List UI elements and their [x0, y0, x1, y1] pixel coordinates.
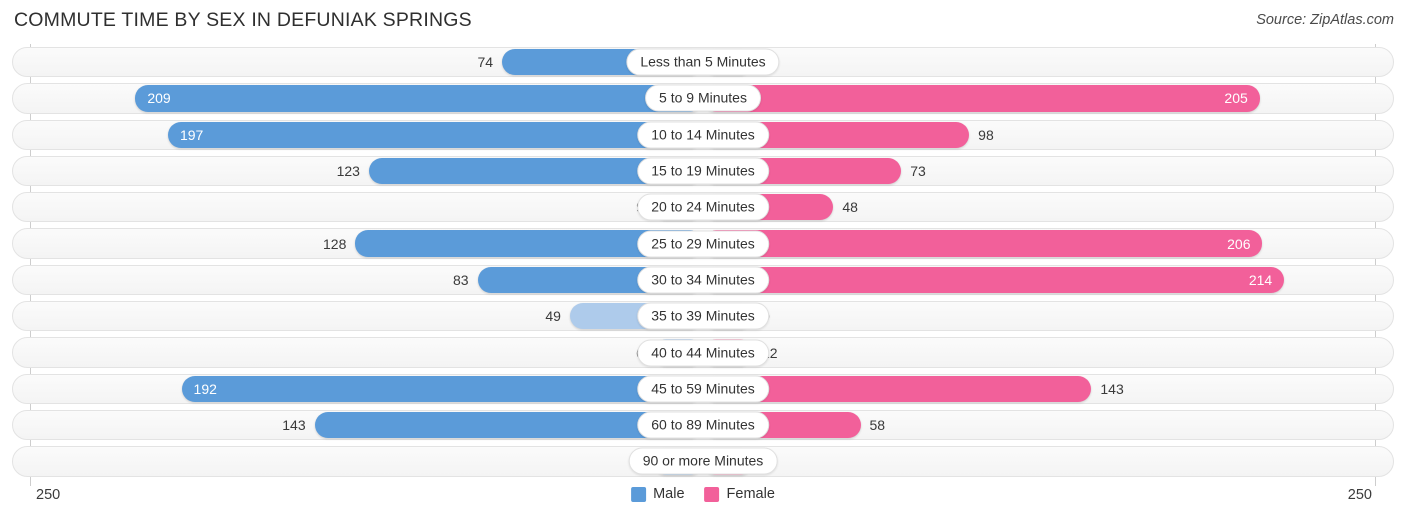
legend-swatch-male-icon: [631, 486, 647, 502]
axis-tick-right: 250: [1347, 487, 1372, 503]
page-title: COMMUTE TIME BY SEX IN DEFUNIAK SPRINGS: [14, 9, 472, 31]
category-label: 35 to 39 Minutes: [637, 302, 769, 330]
female-half: 98: [703, 121, 1394, 148]
male-value-label: 209: [147, 90, 171, 107]
female-value-label: 48: [842, 199, 858, 216]
category-label: 15 to 19 Minutes: [637, 157, 769, 185]
table-row[interactable]: 74 11Less than 5 Minutes: [12, 44, 1394, 80]
plot-area: 74 11Less than 5 Minutes 209 205 5 to 9 Minu…: [0, 44, 1406, 486]
male-value-label: 83: [453, 271, 469, 288]
female-half: 143: [703, 375, 1394, 402]
male-half: 9: [12, 194, 703, 221]
category-label: 20 to 24 Minutes: [637, 193, 769, 221]
female-value-label: 143: [1100, 380, 1124, 397]
female-half: 0: [703, 303, 1394, 330]
female-half: 214: [703, 266, 1394, 294]
male-half: 74: [12, 49, 703, 76]
legend-item-male[interactable]: Male: [631, 486, 685, 502]
male-bar[interactable]: 192: [181, 375, 703, 402]
female-bar[interactable]: 214: [703, 266, 1285, 294]
legend-swatch-female-icon: [704, 486, 720, 502]
female-bar[interactable]: 205: [703, 85, 1260, 112]
female-value-label: 58: [869, 417, 886, 434]
table-row[interactable]: 9 48 20 to 24 Minutes: [12, 189, 1394, 225]
male-value-label: 197: [179, 126, 204, 143]
female-value-label: 98: [978, 126, 994, 143]
male-half: 83: [12, 266, 703, 294]
male-bar[interactable]: 209: [135, 85, 703, 112]
category-label: 25 to 29 Minutes: [637, 230, 769, 258]
male-half: 128: [12, 230, 703, 257]
female-value-label: 206: [1227, 235, 1251, 252]
male-half: 143: [12, 411, 703, 439]
female-value-label: 205: [1224, 90, 1248, 107]
female-half: 205: [703, 85, 1394, 112]
female-half: 0: [703, 448, 1394, 475]
male-value-label: 143: [282, 417, 306, 434]
category-label: 5 to 9 Minutes: [645, 84, 761, 112]
table-row[interactable]: 83 214 30 to 34 Minutes: [12, 262, 1394, 298]
chart-footer: 250 250 Male Female: [0, 482, 1406, 522]
female-bar[interactable]: 206: [703, 230, 1263, 257]
table-row[interactable]: 123 73 15 to 19 Minutes: [12, 153, 1394, 189]
table-row[interactable]: 128 206 25 to 29 Minutes: [12, 225, 1394, 261]
category-label: 40 to 44 Minutes: [637, 339, 769, 367]
male-value-label: 49: [545, 308, 561, 325]
legend-label-male: Male: [653, 486, 685, 502]
male-value-label: 192: [193, 380, 217, 397]
category-label: 60 to 89 Minutes: [637, 411, 769, 439]
male-value-label: 123: [336, 163, 360, 180]
male-bar[interactable]: 197: [167, 121, 703, 148]
male-half: 192: [12, 375, 703, 402]
category-label: 90 or more Minutes: [628, 447, 778, 475]
chart-page: COMMUTE TIME BY SEX IN DEFUNIAK SPRINGS …: [0, 0, 1406, 522]
table-row[interactable]: 209 205 5 to 9 Minutes: [12, 80, 1394, 116]
bar-rows: 74 11Less than 5 Minutes 209 205 5 to 9 Minu…: [12, 44, 1394, 480]
male-half: 123: [12, 157, 703, 185]
male-half: 197: [12, 121, 703, 148]
male-value-label: 128: [323, 235, 347, 252]
female-half: 48: [703, 194, 1394, 221]
table-row[interactable]: 0090 or more Minutes: [12, 443, 1394, 479]
female-half: 12: [703, 339, 1394, 366]
axis-tick-left: 250: [36, 487, 61, 503]
table-row[interactable]: 197 98 10 to 14 Minutes: [12, 117, 1394, 153]
category-label: 45 to 59 Minutes: [637, 375, 769, 403]
male-half: 0: [12, 448, 703, 475]
male-value-label: 74: [477, 54, 494, 71]
legend: Male Female: [631, 486, 775, 502]
category-label: 10 to 14 Minutes: [637, 121, 769, 149]
category-label: Less than 5 Minutes: [626, 48, 780, 76]
source-attribution: Source: ZipAtlas.com: [1256, 12, 1394, 28]
female-half: 206: [703, 230, 1394, 257]
category-label: 30 to 34 Minutes: [637, 266, 769, 294]
male-half: 209: [12, 85, 703, 112]
female-half: 58: [703, 411, 1394, 439]
table-row[interactable]: 01240 to 44 Minutes: [12, 334, 1394, 370]
table-row[interactable]: 143 58 60 to 89 Minutes: [12, 407, 1394, 443]
legend-label-female: Female: [726, 486, 775, 502]
male-half: 0: [12, 339, 703, 366]
table-row[interactable]: 192 143 45 to 59 Minutes: [12, 371, 1394, 407]
chart-header: COMMUTE TIME BY SEX IN DEFUNIAK SPRINGS …: [0, 0, 1406, 42]
male-half: 49: [12, 303, 703, 330]
female-value-label: 214: [1248, 271, 1273, 288]
table-row[interactable]: 49 035 to 39 Minutes: [12, 298, 1394, 334]
female-half: 73: [703, 157, 1394, 185]
female-value-label: 73: [910, 163, 926, 180]
legend-item-female[interactable]: Female: [704, 486, 775, 502]
female-half: 11: [703, 49, 1394, 76]
